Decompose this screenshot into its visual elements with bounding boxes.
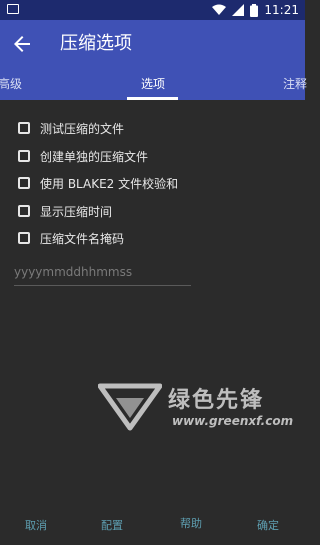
battery-icon (250, 3, 259, 17)
tab-options[interactable]: 选项 (141, 68, 165, 100)
name-mask-placeholder: yyyymmddhhmmss (14, 265, 133, 279)
option-label: 使用 BLAKE2 文件校验和 (40, 176, 179, 191)
wifi-icon (212, 4, 227, 15)
gallery-icon (7, 4, 19, 14)
watermark-logo (98, 383, 162, 431)
watermark-text: 绿色先锋 (168, 388, 265, 413)
watermark: 绿色先锋 www.greenxf.com (98, 382, 300, 434)
back-arrow-icon[interactable] (10, 32, 34, 56)
ok-button[interactable]: 确定 (257, 517, 279, 533)
option-show-time[interactable]: 显示压缩时间 (18, 200, 112, 222)
option-name-mask[interactable]: 压缩文件名掩码 (18, 227, 124, 249)
option-separate-archives[interactable]: 创建单独的压缩文件 (18, 145, 148, 167)
tab-advanced[interactable]: 高级 (0, 68, 22, 100)
cancel-button[interactable]: 取消 (25, 517, 47, 533)
checkbox[interactable] (18, 122, 30, 134)
checkbox[interactable] (18, 177, 30, 189)
option-label: 测试压缩的文件 (40, 121, 125, 136)
name-mask-input[interactable]: yyyymmddhhmmss (14, 263, 191, 286)
status-bar: 11:21 (0, 0, 305, 20)
option-test-archive[interactable]: 测试压缩的文件 (18, 117, 124, 139)
tab-comment[interactable]: 注释 (283, 68, 307, 100)
option-label: 显示压缩时间 (40, 204, 113, 219)
signal-icon (232, 4, 245, 16)
checkbox[interactable] (18, 150, 30, 162)
option-label: 压缩文件名掩码 (40, 231, 125, 246)
watermark-url: www.greenxf.com (172, 414, 294, 428)
checkbox[interactable] (18, 232, 30, 244)
page-title: 压缩选项 (60, 33, 132, 54)
option-label: 创建单独的压缩文件 (40, 149, 149, 164)
checkbox[interactable] (18, 205, 30, 217)
config-button[interactable]: 配置 (101, 517, 123, 533)
status-time: 11:21 (264, 3, 299, 17)
options-panel: 测试压缩的文件 创建单独的压缩文件 使用 BLAKE2 文件校验和 显示压缩时间… (0, 100, 305, 545)
app-bar: 压缩选项 (0, 20, 305, 68)
status-icons: 11:21 (212, 2, 299, 18)
option-blake2-checksum[interactable]: 使用 BLAKE2 文件校验和 (18, 172, 178, 194)
tab-bar: 高级 选项 注释 (0, 68, 307, 100)
help-button[interactable]: 帮助 (180, 515, 202, 531)
